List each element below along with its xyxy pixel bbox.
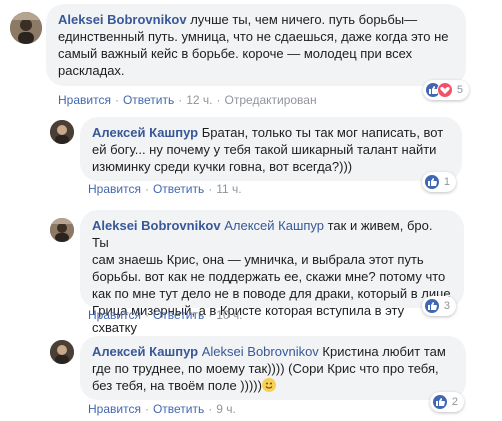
reply-link[interactable]: Ответить <box>123 93 174 107</box>
avatar[interactable] <box>50 120 74 144</box>
comment-author[interactable]: Алексей Кашпур <box>92 344 198 359</box>
separator: · <box>144 308 149 322</box>
comment-time[interactable]: 10 ч. <box>216 308 242 322</box>
comment-bubble: Aleksei Bobrovnikov лучше ты, чем ничего… <box>46 4 466 86</box>
reaction-count: 2 <box>451 396 458 408</box>
mention-link[interactable]: Алексей Кашпур <box>224 218 324 233</box>
separator: · <box>208 308 213 322</box>
comment-actions: Нравится · Ответить · 12 ч. · Отредактирован <box>58 92 317 108</box>
reply-link[interactable]: Ответить <box>153 402 204 416</box>
comment-time[interactable]: 12 ч. <box>186 93 212 107</box>
comment-text-line: Кристина любит там <box>318 344 446 359</box>
comment-text-line: лучше ты, чем ничего. путь борьбы— <box>186 12 418 27</box>
comment-actions: Нравится · Ответить · 9 ч. <box>88 401 236 417</box>
comment-text-line: где по труднее, по моему так)))) (Сори К… <box>92 361 439 376</box>
separator: · <box>178 93 183 107</box>
avatar-photo-icon <box>50 340 74 364</box>
like-link[interactable]: Нравится <box>88 402 141 416</box>
comment-bubble: Aleksei Bobrovnikov Алексей Кашпур так и… <box>80 210 464 335</box>
reaction-summary[interactable]: 3 <box>422 296 456 316</box>
like-reaction-icon <box>432 394 448 410</box>
smile-emoji-icon <box>261 378 276 392</box>
reply-link[interactable]: Ответить <box>153 182 204 196</box>
reaction-count: 3 <box>443 300 450 312</box>
comment-time[interactable]: 9 ч. <box>216 402 236 416</box>
avatar-photo-icon <box>50 218 74 242</box>
comment-author[interactable]: Aleksei Bobrovnikov <box>92 218 221 233</box>
comment-bubble: Алексей Кашпур Aleksei Bobrovnikov Крист… <box>80 336 466 400</box>
edited-label[interactable]: Отредактирован <box>225 93 317 107</box>
comment-text-line: изюминку среди кучки говна, вот всегда?)… <box>92 159 353 174</box>
comment-text-line: единственный путь. умница, что не сдаешь… <box>58 29 449 44</box>
reaction-summary[interactable]: 5 <box>423 80 469 100</box>
reaction-summary[interactable]: 1 <box>422 172 456 192</box>
reaction-count: 1 <box>443 176 450 188</box>
avatar[interactable] <box>10 12 42 44</box>
comment-author[interactable]: Алексей Кашпур <box>92 125 198 140</box>
comment-text-line: самый важный кейс в борьбе. короче — мол… <box>58 46 413 61</box>
reply-link[interactable]: Ответить <box>153 308 204 322</box>
reaction-count: 5 <box>456 84 463 96</box>
avatar[interactable] <box>50 340 74 364</box>
separator: · <box>144 402 149 416</box>
comment-actions: Нравится · Ответить · 10 ч. <box>88 307 243 323</box>
mention-link[interactable]: Aleksei Bobrovnikov <box>202 344 319 359</box>
reaction-summary[interactable]: 2 <box>430 392 464 412</box>
comment-text-line: сам знаешь Крис, она — умничка, и выбрал… <box>92 252 424 267</box>
comment-actions: Нравится · Ответить · 11 ч. <box>88 181 242 197</box>
separator: · <box>208 402 213 416</box>
avatar-photo-icon <box>10 12 42 44</box>
comment-text-line: борьбы. вот как не поддержать ее, скажи … <box>92 269 446 284</box>
like-link[interactable]: Нравится <box>88 182 141 196</box>
like-reaction-icon <box>424 298 440 314</box>
comment-time[interactable]: 11 ч. <box>216 182 241 196</box>
comment-author[interactable]: Aleksei Bobrovnikov <box>58 12 187 27</box>
like-link[interactable]: Нравится <box>58 93 111 107</box>
comment-text-line: Братан, только ты так мог написать, вот <box>198 125 444 140</box>
comment-text-line: ей богу... ну почему у тебя такой шикарн… <box>92 142 437 157</box>
like-reaction-icon <box>424 174 440 190</box>
separator: · <box>114 93 119 107</box>
separator: · <box>208 182 213 196</box>
comment-text-line: раскладах. <box>58 63 125 78</box>
comment-text-line: как по мне тут дело не в поводе для драк… <box>92 286 451 301</box>
love-reaction-icon <box>436 82 453 98</box>
avatar-photo-icon <box>50 120 74 144</box>
separator: · <box>144 182 149 196</box>
separator: · <box>216 93 221 107</box>
comment-text-line: без тебя, на твоём поле ))))) <box>92 378 262 393</box>
like-link[interactable]: Нравится <box>88 308 141 322</box>
avatar[interactable] <box>50 218 74 242</box>
comment-bubble: Алексей Кашпур Братан, только ты так мог… <box>80 117 462 181</box>
